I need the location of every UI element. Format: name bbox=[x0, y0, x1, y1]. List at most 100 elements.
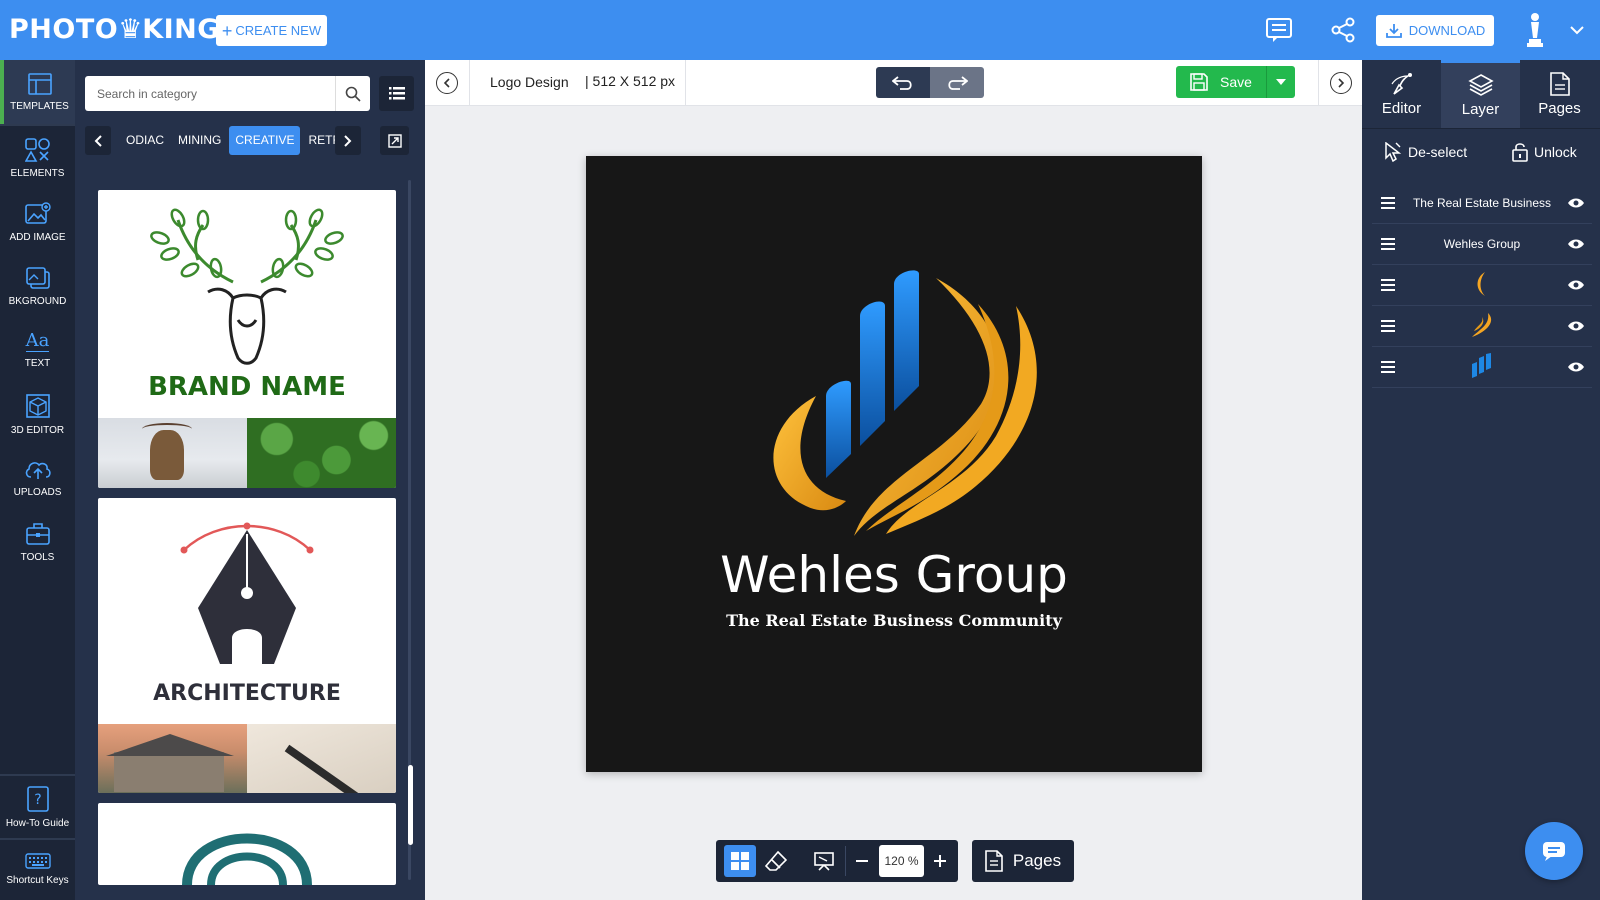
layer-row[interactable] bbox=[1372, 347, 1592, 388]
create-new-button[interactable]: + CREATE NEW bbox=[216, 15, 327, 46]
logo-text-right: KING bbox=[142, 14, 220, 45]
tab-layer[interactable]: Layer bbox=[1441, 60, 1520, 128]
user-avatar-icon[interactable] bbox=[1520, 13, 1550, 47]
save-options-dropdown[interactable] bbox=[1267, 66, 1295, 98]
redo-button[interactable] bbox=[930, 67, 984, 98]
rail-label-text: TEXT bbox=[24, 358, 51, 369]
layer-row[interactable] bbox=[1372, 265, 1592, 306]
pages-label: Pages bbox=[1012, 851, 1062, 870]
design-canvas[interactable]: Wehles Group The Real Estate Business Co… bbox=[586, 156, 1202, 772]
category-search-input[interactable] bbox=[85, 76, 335, 111]
tab-pages-label: Pages bbox=[1538, 99, 1581, 117]
template-card[interactable] bbox=[98, 803, 396, 885]
tab-divider bbox=[1362, 128, 1600, 129]
save-button[interactable]: Save bbox=[1176, 66, 1267, 98]
layer-row[interactable]: Wehles Group bbox=[1372, 224, 1592, 265]
fountain-pen-photo bbox=[247, 724, 396, 793]
visibility-eye-icon[interactable] bbox=[1560, 238, 1592, 250]
drag-handle-icon[interactable] bbox=[1372, 361, 1404, 373]
collapse-right-button[interactable] bbox=[1330, 72, 1352, 94]
rail-item-shortcut-keys[interactable]: Shortcut Keys bbox=[0, 840, 75, 898]
undo-button[interactable] bbox=[876, 67, 930, 98]
rail-item-text[interactable]: Aa TEXT bbox=[0, 318, 75, 382]
zoom-level[interactable]: 120 % bbox=[879, 845, 924, 877]
template-card[interactable]: ARCHITECTURE bbox=[98, 498, 396, 793]
design-subtitle-text[interactable]: The Real Estate Business Community bbox=[586, 611, 1202, 630]
zoom-out-button[interactable] bbox=[850, 845, 874, 877]
rail-label-tools: TOOLS bbox=[20, 551, 55, 563]
chevron-left-icon bbox=[443, 78, 450, 88]
layer-row[interactable] bbox=[1372, 306, 1592, 347]
rail-item-3d-editor[interactable]: 3D EDITOR bbox=[0, 382, 75, 446]
rail-label-uploads: UPLOADS bbox=[13, 486, 62, 498]
toolbar-divider bbox=[685, 60, 686, 106]
rail-label-how-to-guide: How-To Guide bbox=[5, 817, 70, 829]
undo-redo-group bbox=[876, 67, 984, 98]
visibility-eye-icon[interactable] bbox=[1560, 197, 1592, 209]
cursor-icon bbox=[1385, 142, 1402, 162]
chevron-right-icon bbox=[1338, 78, 1345, 88]
rail-item-tools[interactable]: TOOLS bbox=[0, 510, 75, 574]
right-panel: Editor Layer Pages De-select Unlock The … bbox=[1362, 60, 1600, 900]
grid-icon bbox=[731, 852, 749, 870]
keyboard-icon bbox=[24, 852, 51, 869]
visibility-eye-icon[interactable] bbox=[1560, 279, 1592, 291]
visibility-eye-icon[interactable] bbox=[1560, 361, 1592, 373]
search-button[interactable] bbox=[335, 76, 370, 111]
collapse-left-button[interactable] bbox=[436, 72, 458, 94]
rail-label-shortcut-keys: Shortcut Keys bbox=[6, 874, 69, 886]
chat-support-button[interactable] bbox=[1525, 822, 1583, 880]
rail-item-background[interactable]: BKGROUND bbox=[0, 254, 75, 318]
rail-item-uploads[interactable]: UPLOADS bbox=[0, 446, 75, 510]
pages-button[interactable]: Pages bbox=[972, 840, 1074, 882]
comments-icon[interactable] bbox=[1264, 15, 1294, 45]
presentation-icon bbox=[814, 852, 834, 871]
drag-handle-icon[interactable] bbox=[1372, 320, 1404, 332]
deselect-button[interactable]: De-select bbox=[1384, 142, 1467, 162]
design-title-text[interactable]: Wehles Group bbox=[586, 546, 1202, 604]
drag-handle-icon[interactable] bbox=[1372, 238, 1404, 250]
save-label: Save bbox=[1220, 74, 1252, 90]
rail-item-elements[interactable]: ELEMENTS bbox=[0, 126, 75, 190]
unlock-icon bbox=[1512, 143, 1528, 162]
category-tab[interactable]: MINING bbox=[172, 126, 227, 155]
list-view-button[interactable] bbox=[379, 76, 414, 111]
share-icon[interactable] bbox=[1328, 15, 1358, 45]
floppy-disk-icon bbox=[1190, 73, 1208, 91]
template-card[interactable]: BRAND NAME bbox=[98, 190, 396, 488]
wehles-logo-mark[interactable] bbox=[586, 156, 1202, 772]
drag-handle-icon[interactable] bbox=[1372, 197, 1404, 209]
rail-item-templates[interactable]: TEMPLATES bbox=[0, 60, 75, 124]
unlock-button[interactable]: Unlock bbox=[1512, 142, 1577, 162]
category-next-button[interactable] bbox=[335, 126, 361, 155]
undo-icon bbox=[892, 75, 912, 90]
layer-row[interactable]: The Real Estate Business bbox=[1372, 183, 1592, 224]
toolbar-divider bbox=[469, 60, 470, 106]
grid-view-button[interactable] bbox=[724, 845, 756, 877]
download-button[interactable]: DOWNLOAD bbox=[1376, 15, 1494, 46]
pen-nib-logo-preview: ARCHITECTURE bbox=[153, 522, 341, 706]
category-tab-active[interactable]: CREATIVE bbox=[229, 126, 301, 155]
zoom-in-button[interactable] bbox=[928, 845, 952, 877]
tab-editor[interactable]: Editor bbox=[1362, 60, 1441, 128]
rail-item-add-image[interactable]: ADD IMAGE bbox=[0, 190, 75, 254]
toolbar-divider bbox=[845, 846, 846, 876]
rail-item-how-to-guide[interactable]: ? How-To Guide bbox=[0, 776, 75, 838]
chat-icon bbox=[1543, 842, 1565, 861]
panel-scrollbar-thumb[interactable] bbox=[408, 765, 413, 845]
chevron-down-icon[interactable] bbox=[1562, 15, 1592, 45]
create-new-label: CREATE NEW bbox=[235, 23, 322, 38]
tab-pages[interactable]: Pages bbox=[1520, 60, 1599, 128]
card-brand-text: BRAND NAME bbox=[148, 372, 346, 402]
category-tab[interactable]: ODIAC bbox=[120, 126, 170, 155]
expand-panel-button[interactable] bbox=[380, 126, 409, 155]
presentation-button[interactable] bbox=[808, 845, 840, 877]
drag-handle-icon[interactable] bbox=[1372, 279, 1404, 291]
visibility-eye-icon[interactable] bbox=[1560, 320, 1592, 332]
rail-label-3d-editor: 3D EDITOR bbox=[10, 424, 65, 436]
list-icon bbox=[388, 87, 405, 100]
category-prev-button[interactable] bbox=[85, 126, 111, 155]
text-icon: Aa bbox=[25, 330, 50, 352]
app-logo[interactable]: PHOTO♛KING bbox=[9, 14, 220, 45]
eraser-button[interactable] bbox=[760, 845, 792, 877]
